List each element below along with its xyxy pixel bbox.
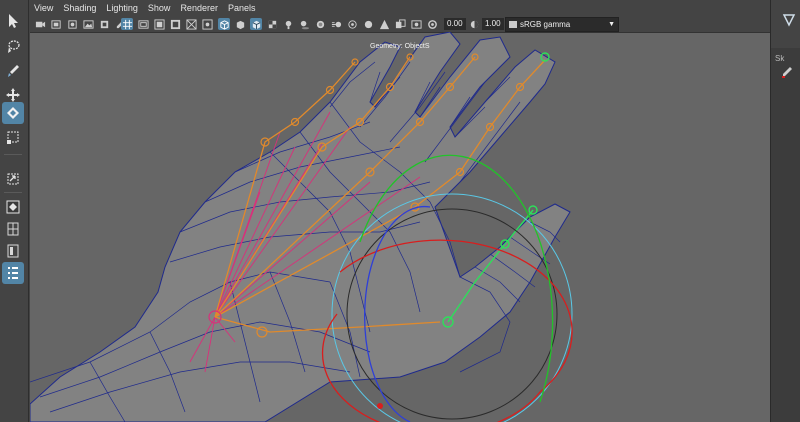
motion-blur-icon[interactable]	[330, 18, 342, 30]
wireframe-icon[interactable]	[218, 18, 230, 30]
single-pane-layout-icon[interactable]	[2, 218, 24, 240]
right-panel-header	[771, 0, 800, 48]
menu-renderer[interactable]: Renderer	[180, 3, 218, 13]
gamma-field[interactable]: 1.00	[482, 18, 504, 30]
panel-menu-bar: View Shading Lighting Show Renderer Pane…	[30, 0, 770, 16]
tab-sk[interactable]: Sk	[775, 54, 784, 63]
camera-attributes-icon[interactable]	[50, 18, 62, 30]
menu-view[interactable]: View	[34, 3, 53, 13]
tool-box	[0, 0, 29, 422]
lasso-tool-icon[interactable]	[2, 36, 24, 58]
lights-icon[interactable]	[282, 18, 294, 30]
film-gate-icon[interactable]	[137, 18, 149, 30]
bookmark-icon[interactable]	[66, 18, 78, 30]
toolbox-divider	[4, 192, 22, 193]
xray-icon[interactable]	[394, 18, 406, 30]
exposure-icon[interactable]	[426, 18, 438, 30]
snap-tool-icon[interactable]	[2, 196, 24, 218]
right-panel: Sk	[770, 0, 800, 422]
two-pane-layout-icon[interactable]	[2, 240, 24, 262]
menu-shading[interactable]: Shading	[63, 3, 96, 13]
anti-aliasing-icon[interactable]	[346, 18, 358, 30]
toolbox-divider	[4, 154, 22, 155]
textured-icon[interactable]	[266, 18, 278, 30]
paint-skin-icon[interactable]	[781, 66, 793, 78]
menu-show[interactable]: Show	[148, 3, 171, 13]
resolution-gate-icon[interactable]	[153, 18, 165, 30]
viewport-panel[interactable]: View Shading Lighting Show Renderer Pane…	[30, 0, 770, 422]
color-management-icon	[509, 21, 517, 28]
camera-select-icon[interactable]	[34, 18, 46, 30]
scale-tool-icon[interactable]	[2, 126, 24, 148]
viewport-scene[interactable]	[30, 32, 770, 422]
workspace-icon[interactable]	[781, 12, 797, 28]
depth-of-field-icon[interactable]	[362, 18, 374, 30]
panel-toolbar: 0.00 1.00 sRGB gamma ▼	[30, 16, 770, 33]
smooth-shade-icon[interactable]	[234, 18, 246, 30]
exposure-field[interactable]: 0.00	[444, 18, 466, 30]
xray-joints-icon[interactable]	[410, 18, 422, 30]
isolate-select-icon[interactable]	[378, 18, 390, 30]
menu-lighting[interactable]: Lighting	[106, 3, 138, 13]
paint-select-tool-icon[interactable]	[2, 60, 24, 82]
outliner-layout-icon[interactable]	[2, 262, 24, 284]
soft-select-tool-icon[interactable]	[2, 168, 24, 190]
color-space-dropdown[interactable]: sRGB gamma ▼	[505, 17, 619, 32]
2d-pan-zoom-icon[interactable]	[98, 18, 110, 30]
gate-mask-icon[interactable]	[169, 18, 181, 30]
menu-panels[interactable]: Panels	[228, 3, 256, 13]
hud-object-label: Geometry: ObjectS	[370, 43, 430, 50]
safe-action-icon[interactable]	[201, 18, 213, 30]
image-plane-icon[interactable]	[82, 18, 94, 30]
shadows-icon[interactable]	[298, 18, 310, 30]
chevron-down-icon: ▼	[608, 21, 615, 28]
rotate-tool-icon[interactable]	[2, 102, 24, 124]
select-tool-icon[interactable]	[2, 10, 24, 32]
color-space-label: sRGB gamma	[520, 20, 571, 29]
wireframe-on-shaded-icon[interactable]	[250, 18, 262, 30]
grid-toggle-icon[interactable]	[121, 18, 133, 30]
ambient-occlusion-icon[interactable]	[314, 18, 326, 30]
field-chart-icon[interactable]	[185, 18, 197, 30]
gamma-icon[interactable]	[468, 18, 480, 30]
